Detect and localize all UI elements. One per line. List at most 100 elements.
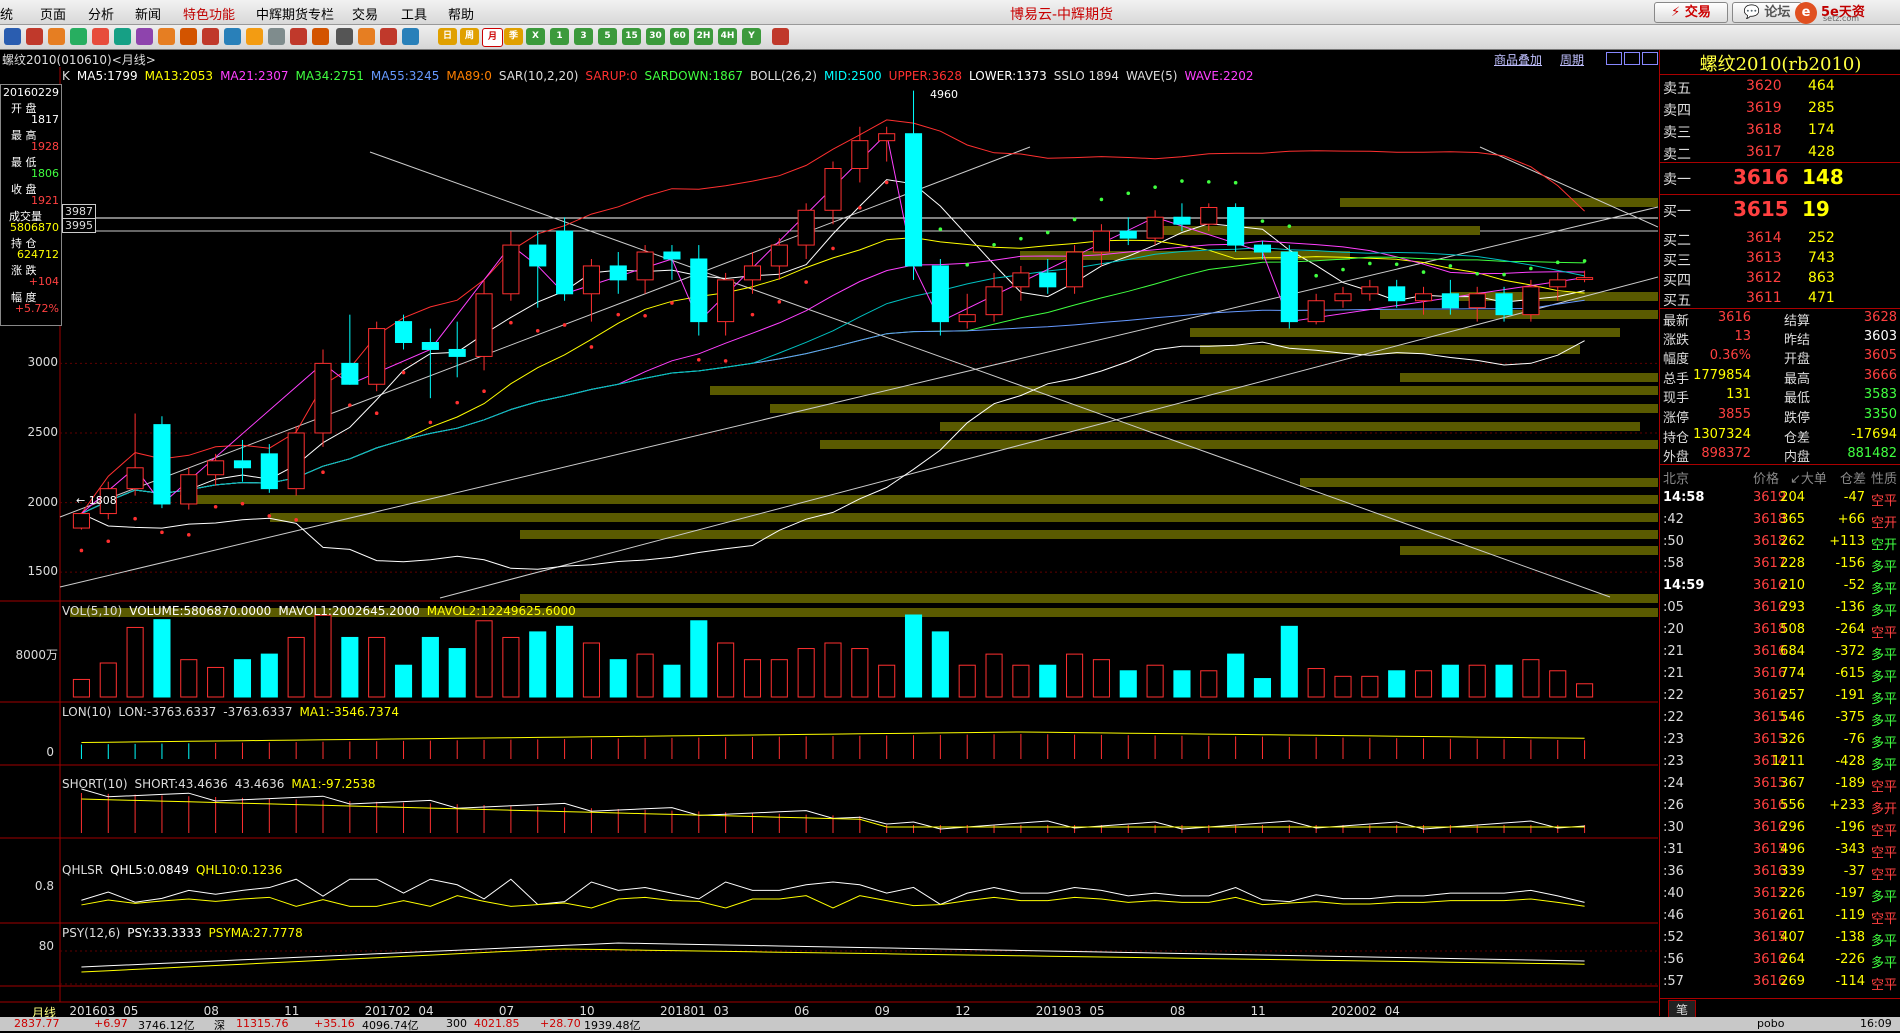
app-title: 博易云-中辉期货: [1010, 7, 1114, 23]
tick-oi: -197: [1835, 886, 1865, 901]
y-tick-label: 1500: [27, 564, 58, 579]
sar-dot: [831, 246, 835, 251]
period-quarter[interactable]: 季: [504, 28, 523, 45]
overlay-link[interactable]: 商品叠加: [1494, 51, 1542, 68]
period-30m[interactable]: 30: [646, 28, 665, 45]
period-day[interactable]: 日: [438, 28, 457, 45]
kline-icon[interactable]: [380, 28, 397, 45]
qhlsr-tick: 0.8: [34, 879, 54, 893]
candle-body: [1576, 277, 1594, 280]
bid-row[interactable]: 买二 3614 252: [1660, 228, 1900, 250]
back-icon[interactable]: [4, 28, 21, 45]
qhl5-line: [81, 878, 1585, 906]
ask-row[interactable]: 卖二 3617 428: [1660, 142, 1900, 164]
candle-body: [72, 513, 90, 529]
period-1m[interactable]: 1: [550, 28, 569, 45]
maximize-icon[interactable]: [1624, 52, 1640, 65]
tab-ticks[interactable]: 笔: [1668, 1000, 1696, 1018]
ask-row[interactable]: 卖四 3619 285: [1660, 98, 1900, 120]
period-year[interactable]: Y: [742, 28, 761, 45]
candle-body: [1200, 206, 1218, 225]
period-4h[interactable]: 4H: [718, 28, 737, 45]
menu-zhonghui[interactable]: 中辉期货专栏: [256, 4, 334, 23]
volume-bar: [1253, 678, 1272, 698]
period-2h[interactable]: 2H: [694, 28, 713, 45]
menu-system[interactable]: 统: [0, 4, 13, 23]
ask-row[interactable]: 卖五 3620 464: [1660, 76, 1900, 98]
forum-button[interactable]: 💬 论坛: [1732, 2, 1802, 23]
ask-row[interactable]: 卖三 3618 174: [1660, 120, 1900, 142]
indicator-value: MID:2500: [823, 69, 882, 83]
menu-special[interactable]: 特色功能: [183, 4, 235, 23]
zoom-in-icon[interactable]: [158, 28, 175, 45]
tick-vol: 264: [1780, 952, 1805, 967]
bid-label: 买二: [1663, 233, 1691, 249]
ask1-row[interactable]: 卖一 3616 148: [1660, 162, 1900, 193]
period-x[interactable]: X: [526, 28, 545, 45]
ruler-icon[interactable]: [358, 28, 375, 45]
bid-row[interactable]: 买四 3612 863: [1660, 268, 1900, 290]
sar-dot: [723, 359, 728, 363]
tick-row: :26 3616 556 +233 多开: [1660, 796, 1900, 818]
period-60m[interactable]: 60: [670, 28, 689, 45]
period-week[interactable]: 周: [460, 28, 479, 45]
period-15m[interactable]: 15: [622, 28, 641, 45]
menu-help[interactable]: 帮助: [448, 4, 474, 23]
sar-dot: [1099, 197, 1104, 202]
low-marker: ← 1808: [76, 494, 117, 507]
lock-icon[interactable]: [202, 28, 219, 45]
draw-icon[interactable]: [224, 28, 241, 45]
grid-icon[interactable]: [336, 28, 353, 45]
candle-body: [931, 265, 949, 323]
calendar-icon[interactable]: [772, 28, 789, 45]
star-icon[interactable]: [290, 28, 307, 45]
tick-row: :23 3615 326 -76 多平: [1660, 730, 1900, 752]
menu-analysis[interactable]: 分析: [88, 4, 114, 23]
tick-oi: -264: [1835, 622, 1865, 637]
symbol-period: 螺纹2010(010610)<月线>: [2, 53, 156, 67]
filter-icon[interactable]: [268, 28, 285, 45]
tick-vol: 508: [1780, 622, 1805, 637]
ask-vol: 464: [1808, 78, 1835, 94]
bid-row[interactable]: 买三 3613 743: [1660, 248, 1900, 270]
tick-time: :56: [1663, 952, 1684, 967]
stat-label: 现手: [1663, 391, 1690, 407]
folder-icon[interactable]: [48, 28, 65, 45]
tick-vol: 296: [1780, 820, 1805, 835]
home-icon[interactable]: [26, 28, 43, 45]
period-5m[interactable]: 5: [598, 28, 617, 45]
restore-icon[interactable]: [1606, 52, 1622, 65]
period-month[interactable]: 月: [482, 28, 503, 47]
settings-icon[interactable]: [312, 28, 329, 45]
list-icon[interactable]: [136, 28, 153, 45]
menu-trade[interactable]: 交易: [352, 4, 378, 23]
zoom-out-icon[interactable]: [180, 28, 197, 45]
close-icon[interactable]: [1642, 52, 1658, 65]
refresh-icon[interactable]: [114, 28, 131, 45]
alert-icon[interactable]: [246, 28, 263, 45]
tick-row: :46 3616 261 -119 空平: [1660, 906, 1900, 928]
indicator-value: PSY:33.3333: [127, 926, 202, 940]
sar-dot: [267, 514, 272, 518]
trade-button[interactable]: ⚡ 交易: [1654, 2, 1728, 23]
volume-bar: [341, 636, 359, 698]
sar-dot: [213, 504, 218, 509]
menu-news[interactable]: 新闻: [135, 4, 161, 23]
bid-row[interactable]: 买五 3611 471: [1660, 288, 1900, 310]
stat-value: 3616: [1717, 310, 1751, 325]
ask-vol: 285: [1808, 100, 1835, 116]
tick-oi: -196: [1835, 820, 1865, 835]
volume-bar: [985, 653, 1003, 698]
period-link[interactable]: 周期: [1560, 51, 1584, 68]
menu-tools[interactable]: 工具: [401, 4, 427, 23]
table-icon[interactable]: [70, 28, 87, 45]
stat-value: 898372: [1701, 446, 1751, 462]
menu-page[interactable]: 页面: [40, 4, 66, 23]
sar-dot: [482, 389, 486, 394]
tick-oi: -428: [1835, 754, 1865, 769]
chart-icon[interactable]: [92, 28, 109, 45]
candle-body: [394, 321, 413, 344]
period-3m[interactable]: 3: [574, 28, 593, 45]
bid1-row[interactable]: 买一 3615 19: [1660, 194, 1900, 225]
calc-icon[interactable]: [402, 28, 419, 45]
